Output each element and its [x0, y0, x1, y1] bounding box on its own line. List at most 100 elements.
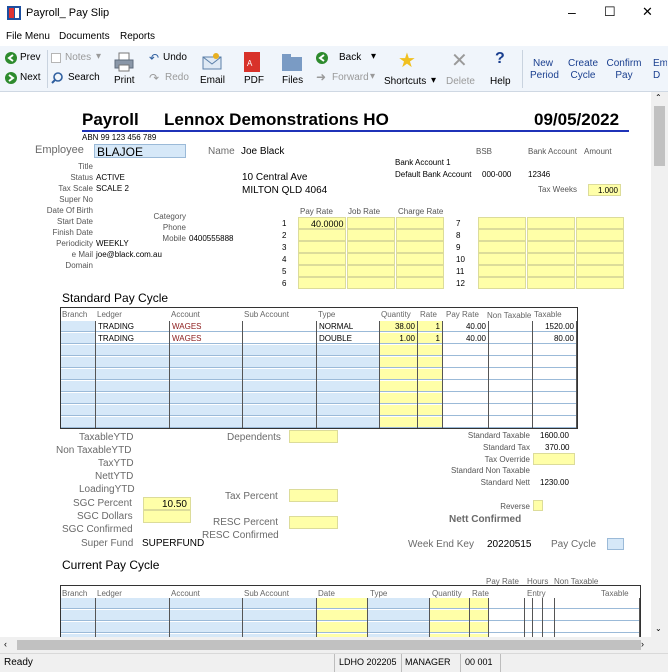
- job-rate-cell[interactable]: [527, 265, 575, 277]
- charge-rate-cell[interactable]: [576, 265, 624, 277]
- pay-rate-cell[interactable]: [298, 265, 346, 277]
- shortcuts-dropdown-icon[interactable]: ▾: [431, 75, 436, 86]
- std-cell[interactable]: [489, 381, 532, 392]
- scroll-left-icon[interactable]: ‹: [4, 639, 7, 649]
- std-cell[interactable]: [443, 393, 488, 404]
- cur-cell[interactable]: [489, 610, 524, 621]
- std-cell[interactable]: [243, 381, 316, 392]
- cur-cell[interactable]: [96, 622, 169, 633]
- search-button[interactable]: Search: [68, 72, 100, 83]
- new-period-button[interactable]: New Period: [530, 58, 559, 82]
- cur-cell[interactable]: [96, 598, 169, 609]
- pay-cycle-field[interactable]: [607, 538, 624, 550]
- pay-rate-cell[interactable]: [298, 241, 346, 253]
- cur-cell[interactable]: [243, 622, 316, 633]
- std-cell[interactable]: [96, 405, 169, 416]
- maximize-button[interactable]: ☐: [604, 4, 616, 20]
- std-cell[interactable]: [380, 381, 417, 392]
- minimize-button[interactable]: –: [568, 4, 576, 20]
- cur-cell[interactable]: [470, 598, 488, 609]
- std-cell[interactable]: [489, 417, 532, 428]
- cur-cell[interactable]: [430, 622, 469, 633]
- cur-cell[interactable]: [368, 610, 429, 621]
- sgc-percent-field[interactable]: 10.50: [143, 497, 191, 510]
- cur-cell[interactable]: [489, 598, 524, 609]
- job-rate-cell[interactable]: [347, 265, 395, 277]
- std-cell[interactable]: [443, 417, 488, 428]
- std-cell[interactable]: [443, 357, 488, 368]
- cur-cell[interactable]: [317, 598, 367, 609]
- std-cell[interactable]: [533, 417, 576, 428]
- cur-cell[interactable]: [61, 622, 95, 633]
- charge-rate-cell[interactable]: [396, 217, 444, 229]
- charge-rate-cell[interactable]: [576, 229, 624, 241]
- email-button[interactable]: Email: [200, 75, 225, 86]
- cur-cell[interactable]: [525, 610, 532, 621]
- std-cell[interactable]: [380, 417, 417, 428]
- help-button[interactable]: Help: [490, 76, 511, 87]
- forward-button[interactable]: Forward: [332, 72, 369, 83]
- std-cell[interactable]: [317, 381, 379, 392]
- employee-code-field[interactable]: BLAJOE: [94, 144, 186, 159]
- std-cell[interactable]: [61, 381, 95, 392]
- std-cell[interactable]: [170, 357, 242, 368]
- pay-rate-cell[interactable]: 40.0000: [298, 217, 346, 229]
- std-cell[interactable]: [533, 381, 576, 392]
- std-cell[interactable]: [61, 357, 95, 368]
- std-cell[interactable]: [170, 381, 242, 392]
- std-cell[interactable]: [443, 381, 488, 392]
- cur-cell[interactable]: [368, 598, 429, 609]
- std-cell[interactable]: [418, 369, 442, 380]
- back-dropdown-icon[interactable]: ▾: [371, 51, 376, 62]
- std-cell[interactable]: [243, 345, 316, 356]
- charge-rate-cell[interactable]: [396, 265, 444, 277]
- cur-cell[interactable]: [543, 622, 554, 633]
- scroll-up-icon[interactable]: ⌃: [655, 93, 662, 102]
- charge-rate-cell[interactable]: [576, 241, 624, 253]
- std-cell[interactable]: [243, 333, 316, 344]
- cur-cell[interactable]: [170, 598, 242, 609]
- create-cycle-button[interactable]: Create Cycle: [567, 58, 599, 82]
- std-cell[interactable]: [380, 393, 417, 404]
- std-cell[interactable]: [489, 369, 532, 380]
- back-button[interactable]: Back: [339, 52, 361, 63]
- cur-cell[interactable]: [555, 622, 639, 633]
- cur-cell[interactable]: [533, 622, 542, 633]
- cur-cell[interactable]: [555, 610, 639, 621]
- std-cell[interactable]: [533, 405, 576, 416]
- charge-rate-cell[interactable]: [576, 277, 624, 289]
- cur-cell[interactable]: [430, 598, 469, 609]
- job-rate-cell[interactable]: [527, 241, 575, 253]
- cur-cell[interactable]: [525, 622, 532, 633]
- prev-button[interactable]: Prev: [20, 52, 41, 63]
- std-cell[interactable]: [317, 405, 379, 416]
- cur-cell[interactable]: [170, 610, 242, 621]
- std-cell[interactable]: [170, 405, 242, 416]
- std-cell[interactable]: [317, 417, 379, 428]
- confirm-pay-button[interactable]: Confirm Pay: [605, 58, 643, 82]
- cur-cell[interactable]: [61, 610, 95, 621]
- pay-rate-cell[interactable]: [478, 241, 526, 253]
- std-cell[interactable]: [533, 357, 576, 368]
- close-button[interactable]: ✕: [642, 4, 653, 20]
- charge-rate-cell[interactable]: [396, 253, 444, 265]
- em-button-clipped[interactable]: Em D: [653, 58, 667, 82]
- cur-cell[interactable]: [243, 610, 316, 621]
- pay-rate-cell[interactable]: [478, 217, 526, 229]
- reverse-checkbox[interactable]: [533, 500, 543, 511]
- std-cell[interactable]: [443, 405, 488, 416]
- tax-weeks-field[interactable]: 1.000: [588, 184, 621, 196]
- vertical-scrollbar[interactable]: ⌃ ⌄: [651, 92, 668, 637]
- std-cell[interactable]: [170, 345, 242, 356]
- std-cell[interactable]: [96, 393, 169, 404]
- pay-rate-cell[interactable]: [298, 229, 346, 241]
- std-cell[interactable]: [380, 405, 417, 416]
- vertical-scroll-thumb[interactable]: [654, 106, 665, 166]
- std-cell[interactable]: [317, 357, 379, 368]
- charge-rate-cell[interactable]: [396, 229, 444, 241]
- next-button[interactable]: Next: [20, 72, 41, 83]
- cur-cell[interactable]: [489, 622, 524, 633]
- pay-rate-cell[interactable]: [298, 277, 346, 289]
- pay-rate-cell[interactable]: [478, 253, 526, 265]
- cur-cell[interactable]: [170, 622, 242, 633]
